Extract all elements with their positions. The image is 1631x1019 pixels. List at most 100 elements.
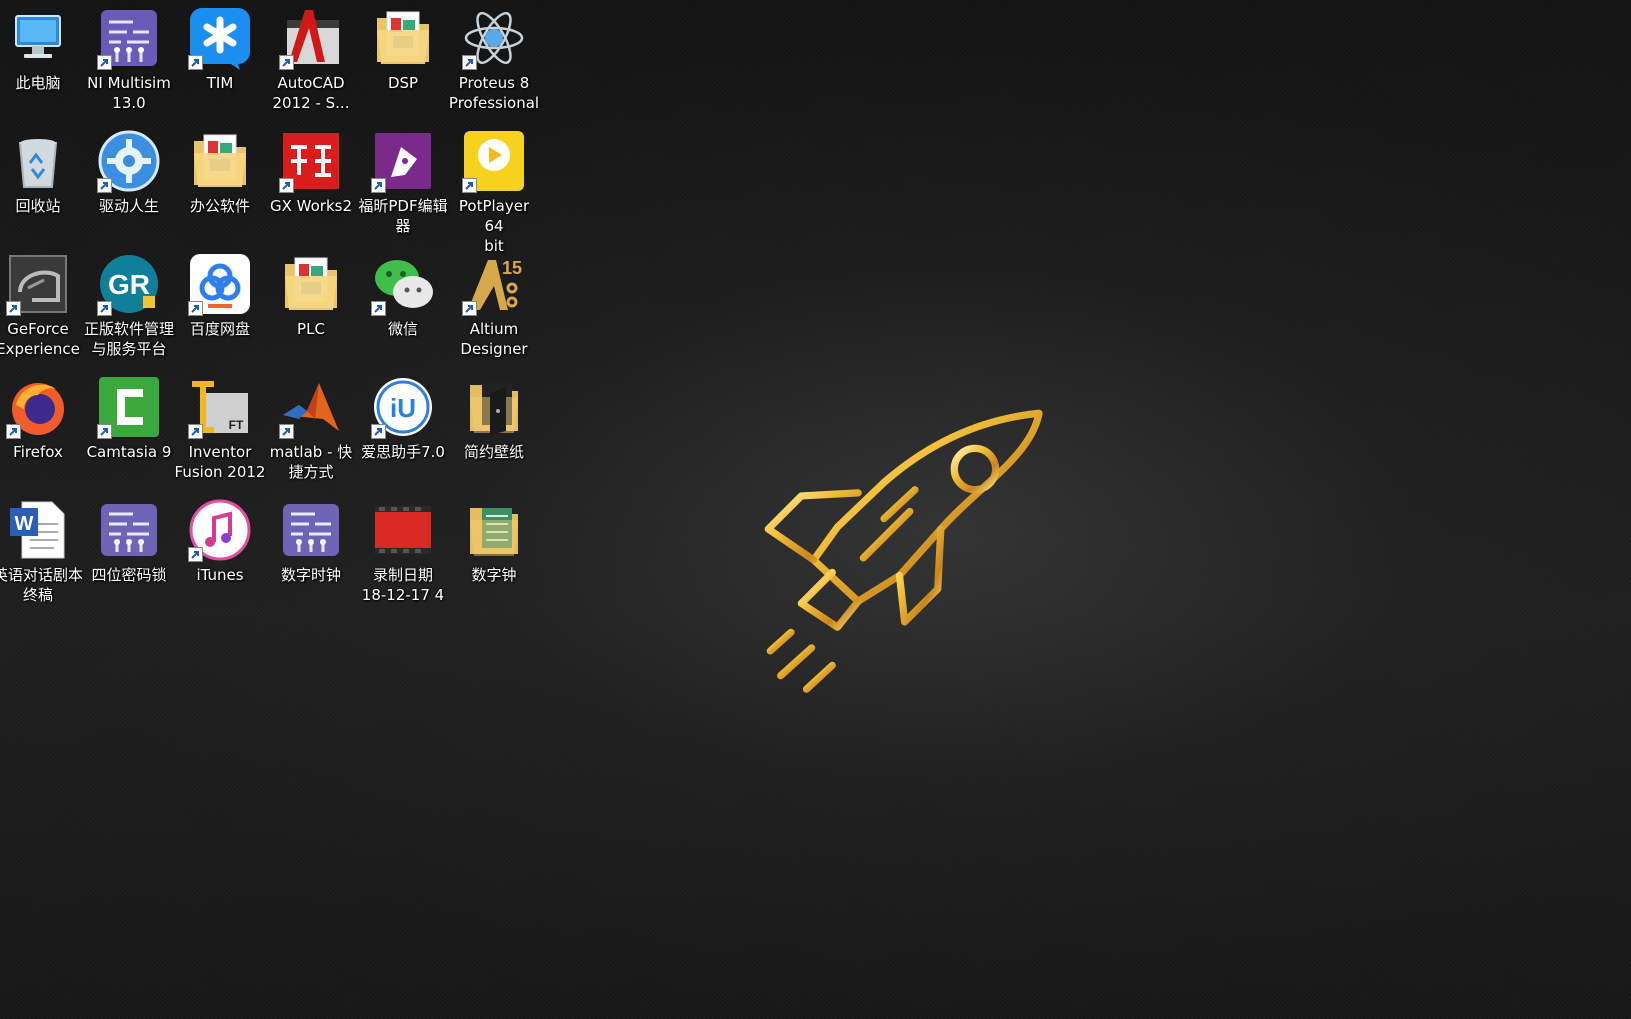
- shortcut-arrow-icon: [279, 55, 294, 70]
- dark-folder-icon: [462, 375, 526, 439]
- shortcut-arrow-icon: [371, 178, 386, 193]
- recycle-bin-icon: [6, 129, 70, 193]
- desktop-icon-label: GeForce Experience: [0, 320, 80, 358]
- svg-text:FT: FT: [229, 418, 244, 432]
- desktop-icon-label: 驱动人生: [98, 197, 159, 215]
- desktop-icon-office-software[interactable]: 办公软件: [174, 123, 266, 216]
- desktop-icon-grid: 此电脑 NI Multisim 13.0 TIM AutoCAD 2012 - S..…: [0, 0, 570, 640]
- desktop-icon-label: PLC: [297, 320, 325, 338]
- shortcut-arrow-icon: [188, 424, 203, 439]
- desktop[interactable]: 此电脑 NI Multisim 13.0 TIM AutoCAD 2012 - S..…: [0, 0, 1631, 1019]
- desktop-icon-camtasia[interactable]: Camtasia 9: [83, 369, 175, 462]
- desktop-icon-proteus[interactable]: Proteus 8 Professional: [448, 0, 540, 113]
- autocad-icon: [279, 6, 343, 70]
- desktop-icon-label: 英语对话剧本 终稿: [0, 566, 83, 604]
- video-file-icon: [371, 498, 435, 562]
- shortcut-arrow-icon: [97, 55, 112, 70]
- desktop-icon-label: AutoCAD 2012 - S...: [272, 74, 350, 112]
- shortcut-arrow-icon: [188, 301, 203, 316]
- matlab-icon: [279, 375, 343, 439]
- i4-icon: iU: [371, 375, 435, 439]
- desktop-icon-recycle-bin[interactable]: 回收站: [0, 123, 84, 216]
- desktop-icon-label: 录制日期 18-12-17 4: [361, 566, 445, 604]
- multisim-file-icon: [97, 498, 161, 562]
- desktop-icon-i4-assistant[interactable]: iU 爱思助手7.0: [357, 369, 449, 462]
- desktop-icon-label: matlab - 快 捷方式: [269, 443, 353, 481]
- gr-platform-icon: GR: [97, 252, 161, 316]
- desktop-icon-baidu-netdisk[interactable]: 百度网盘: [174, 246, 266, 339]
- desktop-icon-label: 回收站: [15, 197, 61, 215]
- shortcut-arrow-icon: [462, 178, 477, 193]
- desktop-icon-label: TIM: [206, 74, 234, 92]
- desktop-icon-four-digit-lock[interactable]: 四位密码锁: [83, 492, 175, 585]
- tim-icon: [188, 6, 252, 70]
- desktop-icon-label: DSP: [387, 74, 419, 92]
- desktop-icon-label: Altium Designer: [460, 320, 528, 358]
- desktop-icon-label: 正版软件管理 与服务平台: [83, 320, 174, 358]
- shortcut-arrow-icon: [97, 424, 112, 439]
- desktop-icon-label: 福昕PDF编辑 器: [358, 197, 448, 235]
- geforce-icon: [6, 252, 70, 316]
- desktop-icon-this-pc[interactable]: 此电脑: [0, 0, 84, 93]
- desktop-icon-simple-wallpaper[interactable]: 简约壁纸: [448, 369, 540, 462]
- desktop-icon-matlab[interactable]: matlab - 快 捷方式: [265, 369, 357, 482]
- desktop-icon-plc[interactable]: PLC: [265, 246, 357, 339]
- desktop-icon-geforce[interactable]: GeForce Experience: [0, 246, 84, 359]
- desktop-icon-driver-life[interactable]: 驱动人生: [83, 123, 175, 216]
- desktop-icon-label: Proteus 8 Professional: [448, 74, 540, 112]
- wechat-icon: [371, 252, 435, 316]
- desktop-icon-digital-clock-folder[interactable]: 数字钟: [448, 492, 540, 585]
- desktop-icon-gx-works2[interactable]: GX Works2: [265, 123, 357, 216]
- folder-icon: [188, 129, 252, 193]
- altium-icon: 15: [462, 252, 526, 316]
- desktop-icon-english-script[interactable]: W 英语对话剧本 终稿: [0, 492, 84, 605]
- shortcut-arrow-icon: [279, 424, 294, 439]
- desktop-icon-ni-multisim[interactable]: NI Multisim 13.0: [83, 0, 175, 113]
- desktop-icon-label: 数字时钟: [280, 566, 341, 584]
- desktop-icon-label: 办公软件: [189, 197, 250, 215]
- desktop-icon-label: Camtasia 9: [86, 443, 172, 461]
- svg-text:iU: iU: [390, 393, 416, 423]
- desktop-icon-altium[interactable]: 15 Altium Designer: [448, 246, 540, 359]
- folder-icon: [279, 252, 343, 316]
- desktop-icon-label: 此电脑: [15, 74, 61, 92]
- potplayer-icon: [462, 129, 526, 193]
- folder-icon: [371, 6, 435, 70]
- cloud-drive-icon: [188, 252, 252, 316]
- desktop-icon-digital-clock-file[interactable]: 数字时钟: [265, 492, 357, 585]
- desktop-icon-software-platform[interactable]: GR 正版软件管理 与服务平台: [83, 246, 175, 359]
- shortcut-arrow-icon: [279, 178, 294, 193]
- desktop-icon-potplayer[interactable]: PotPlayer 64 bit: [448, 123, 540, 256]
- desktop-icon-label: 简约壁纸: [463, 443, 524, 461]
- shortcut-arrow-icon: [462, 55, 477, 70]
- desktop-icon-label: Inventor Fusion 2012: [174, 443, 266, 481]
- desktop-icon-label: iTunes: [196, 566, 244, 584]
- shortcut-arrow-icon: [462, 301, 477, 316]
- desktop-icon-label: 四位密码锁: [91, 566, 167, 584]
- shortcut-arrow-icon: [371, 301, 386, 316]
- multisim-file-icon: [279, 498, 343, 562]
- shortcut-arrow-icon: [97, 301, 112, 316]
- desktop-icon-label: 数字钟: [471, 566, 517, 584]
- desktop-icon-label: Firefox: [13, 443, 63, 461]
- shortcut-arrow-icon: [6, 301, 21, 316]
- computer-icon: [6, 6, 70, 70]
- desktop-icon-autocad[interactable]: AutoCAD 2012 - S...: [265, 0, 357, 113]
- shortcut-arrow-icon: [188, 55, 203, 70]
- camtasia-icon: [97, 375, 161, 439]
- desktop-icon-tim[interactable]: TIM: [174, 0, 266, 93]
- multisim-icon: [97, 6, 161, 70]
- pdf-editor-icon: [371, 129, 435, 193]
- desktop-icon-firefox[interactable]: Firefox: [0, 369, 84, 462]
- svg-text:GR: GR: [108, 269, 150, 300]
- desktop-icon-foxit-pdf[interactable]: 福昕PDF编辑 器: [357, 123, 449, 236]
- desktop-icon-wechat[interactable]: 微信: [357, 246, 449, 339]
- desktop-icon-recording[interactable]: 录制日期 18-12-17 4: [357, 492, 449, 605]
- desktop-icon-inventor-fusion[interactable]: FT Inventor Fusion 2012: [174, 369, 266, 482]
- desktop-icon-label: GX Works2: [269, 197, 352, 215]
- desktop-icon-dsp[interactable]: DSP: [357, 0, 449, 93]
- word-document-icon: W: [6, 498, 70, 562]
- desktop-icon-itunes[interactable]: iTunes: [174, 492, 266, 585]
- shortcut-arrow-icon: [6, 424, 21, 439]
- desktop-icon-label: 百度网盘: [189, 320, 250, 338]
